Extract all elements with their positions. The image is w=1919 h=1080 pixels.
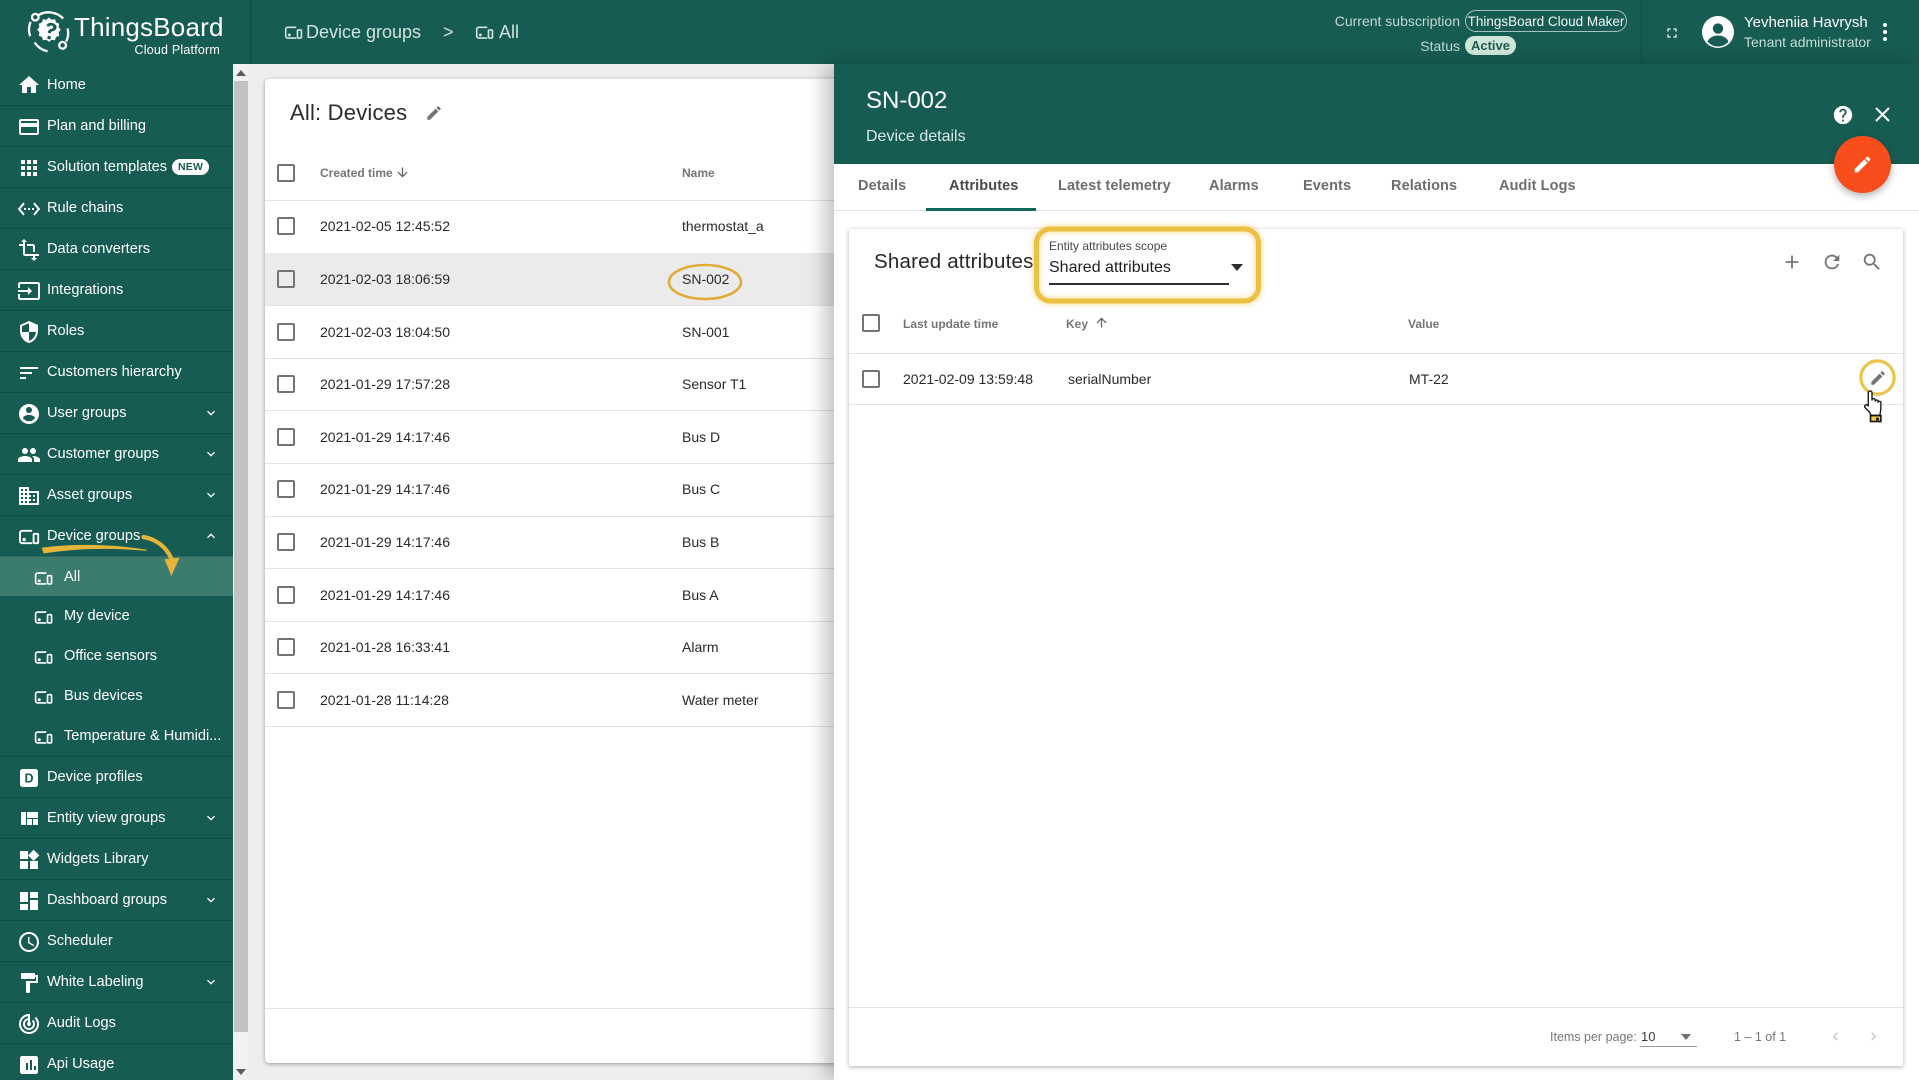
svg-text:D: D xyxy=(24,771,33,785)
